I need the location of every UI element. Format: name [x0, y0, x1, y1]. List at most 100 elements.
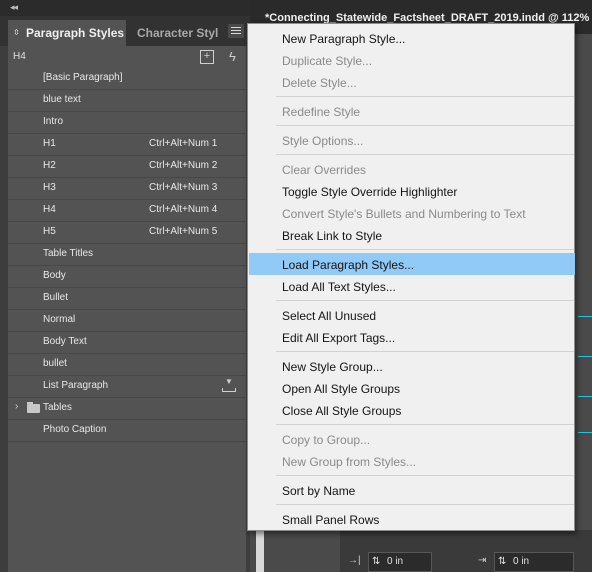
style-name: Photo Caption	[43, 424, 107, 435]
style-name: Bullet	[43, 292, 69, 303]
style-name: Intro	[43, 116, 64, 127]
style-row[interactable]: H3 Ctrl+Alt+Num 3	[8, 178, 246, 200]
collapse-panels-icon[interactable]: ◂◂	[10, 2, 18, 13]
expand-chevron-icon[interactable]: ›	[15, 401, 18, 412]
menu-item-label: Load Paragraph Styles...	[282, 258, 415, 272]
space-value: 0 in	[513, 556, 530, 567]
menu-separator	[276, 300, 574, 301]
style-row[interactable]: List Paragraph	[8, 376, 246, 398]
style-row[interactable]: bullet	[8, 354, 246, 376]
menu-item-small-panel-rows[interactable]: Small Panel Rows	[249, 508, 573, 530]
style-row[interactable]: Photo Caption	[8, 420, 246, 442]
menu-separator	[276, 249, 574, 250]
menu-item-open-all-style-groups[interactable]: Open All Style Groups	[249, 377, 573, 399]
menu-item-redefine-style: Redefine Style	[249, 100, 573, 122]
menu-separator	[276, 154, 574, 155]
menu-item-label: Small Panel Rows	[282, 513, 380, 527]
menu-item-label: Sort by Name	[282, 484, 356, 498]
style-name: bullet	[43, 358, 67, 369]
stepper-icon[interactable]: ⇅	[372, 553, 380, 571]
menu-separator	[276, 96, 574, 97]
style-name: H4	[43, 204, 56, 215]
menu-item-new-group-from-styles: New Group from Styles...	[249, 450, 573, 472]
style-row[interactable]: Normal	[8, 310, 246, 332]
menu-item-label: New Paragraph Style...	[282, 32, 406, 46]
menu-item-label: Convert Style's Bullets and Numbering to…	[282, 207, 526, 221]
import-icon	[222, 377, 236, 392]
menu-item-label: Edit All Export Tags...	[282, 331, 396, 345]
style-name: H5	[43, 226, 56, 237]
style-name: Body	[43, 270, 66, 281]
style-shortcut: Ctrl+Alt+Num 2	[149, 160, 218, 171]
create-style-icon[interactable]: +	[200, 50, 214, 64]
space-field[interactable]: ⇅ 0 in	[494, 552, 574, 572]
style-row[interactable]: blue text	[8, 90, 246, 112]
style-row[interactable]: Table Titles	[8, 244, 246, 266]
indent-icon: →|	[348, 555, 361, 566]
menu-item-label: Toggle Style Override Highlighter	[282, 185, 458, 199]
panel-top-strip: ◂◂	[0, 0, 250, 16]
tab-paragraph-styles[interactable]: ⇳ Paragraph Styles	[8, 20, 126, 46]
style-row[interactable]: H1 Ctrl+Alt+Num 1	[8, 134, 246, 156]
style-row[interactable]: [Basic Paragraph]	[8, 68, 246, 90]
style-name: Body Text	[43, 336, 87, 347]
style-row[interactable]: H5 Ctrl+Alt+Num 5	[8, 222, 246, 244]
style-row[interactable]: H2 Ctrl+Alt+Num 2	[8, 156, 246, 178]
menu-item-sort-by-name[interactable]: Sort by Name	[249, 479, 573, 501]
menu-item-load-paragraph-styles[interactable]: Load Paragraph Styles...	[249, 253, 575, 275]
menu-item-label: Break Link to Style	[282, 229, 383, 243]
space-icon: ⇥	[478, 555, 487, 566]
menu-item-new-style-group[interactable]: New Style Group...	[249, 355, 573, 377]
menu-item-style-options: Style Options...	[249, 129, 573, 151]
indent-value: 0 in	[387, 556, 404, 567]
menu-item-clear-overrides: Clear Overrides	[249, 158, 573, 180]
guide-line	[578, 396, 592, 397]
panel-menu-button[interactable]	[228, 24, 244, 38]
reorder-updown-icon: ⇳	[13, 28, 20, 37]
menu-item-convert-style-s-bullets-and-numbering-to-text: Convert Style's Bullets and Numbering to…	[249, 202, 573, 224]
menu-item-select-all-unused[interactable]: Select All Unused	[249, 304, 573, 326]
menu-item-duplicate-style: Duplicate Style...	[249, 49, 573, 71]
menu-item-load-all-text-styles[interactable]: Load All Text Styles...	[249, 275, 573, 297]
menu-item-copy-to-group: Copy to Group...	[249, 428, 573, 450]
indent-field[interactable]: ⇅ 0 in	[368, 552, 432, 572]
tab-paragraph-styles-label: Paragraph Styles	[26, 26, 125, 40]
style-row[interactable]: Body Text	[8, 332, 246, 354]
panel-flyout-menu: New Paragraph Style... Duplicate Style...…	[247, 23, 575, 531]
style-row[interactable]: H4 Ctrl+Alt+Num 4	[8, 200, 246, 222]
lightning-icon[interactable]: ϟ	[229, 49, 236, 64]
menu-separator	[276, 504, 574, 505]
menu-item-close-all-style-groups[interactable]: Close All Style Groups	[249, 399, 573, 421]
style-name: Normal	[43, 314, 76, 325]
menu-item-label: Redefine Style	[282, 105, 361, 119]
style-row[interactable]: › Tables	[8, 398, 246, 420]
menu-item-label: Copy to Group...	[282, 433, 371, 447]
style-name: List Paragraph	[43, 380, 109, 391]
menu-item-break-link-to-style[interactable]: Break Link to Style	[249, 224, 573, 246]
menu-item-label: Select All Unused	[282, 309, 377, 323]
guide-line	[578, 356, 592, 357]
menu-item-label: Duplicate Style...	[282, 54, 373, 68]
menu-item-delete-style: Delete Style...	[249, 71, 573, 93]
menu-separator	[276, 351, 574, 352]
tab-character-styles[interactable]: Character Styl	[132, 20, 225, 46]
panel-header: H4 + ϟ	[8, 46, 246, 68]
stepper-icon[interactable]: ⇅	[498, 553, 506, 571]
style-name: H3	[43, 182, 56, 193]
style-shortcut: Ctrl+Alt+Num 5	[149, 226, 218, 237]
menu-item-label: Delete Style...	[282, 76, 357, 90]
menu-item-new-paragraph-style[interactable]: New Paragraph Style...	[249, 27, 573, 49]
menu-item-toggle-style-override-highlighter[interactable]: Toggle Style Override Highlighter	[249, 180, 573, 202]
paragraph-styles-panel: H4 + ϟ [Basic Paragraph] blue text Intro H1…	[8, 46, 246, 572]
style-row[interactable]: Body	[8, 266, 246, 288]
style-row[interactable]: Intro	[8, 112, 246, 134]
menu-separator	[276, 125, 574, 126]
style-name: H1	[43, 138, 56, 149]
guide-line	[578, 432, 592, 433]
style-list: [Basic Paragraph] blue text Intro H1 Ctrl+Al…	[8, 68, 246, 442]
menu-item-edit-all-export-tags[interactable]: Edit All Export Tags...	[249, 326, 573, 348]
menu-item-label: Load All Text Styles...	[282, 280, 396, 294]
style-name: Tables	[43, 402, 72, 413]
folder-icon	[27, 402, 40, 413]
style-row[interactable]: Bullet	[8, 288, 246, 310]
